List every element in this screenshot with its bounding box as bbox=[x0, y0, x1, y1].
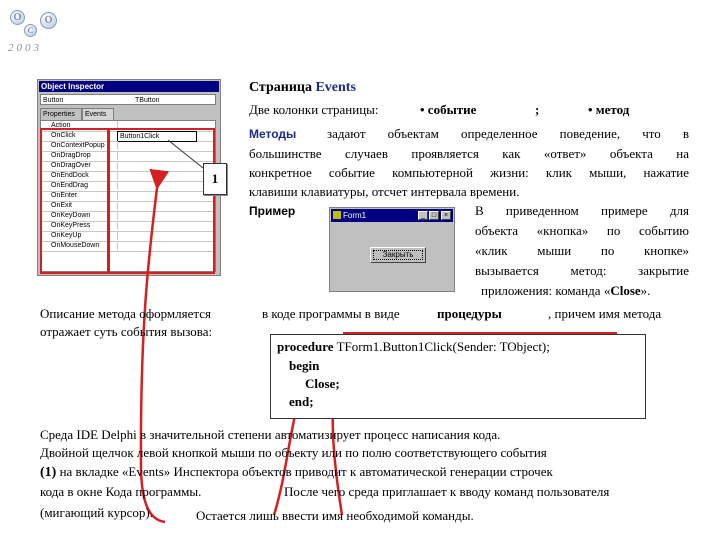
method-description-line: в коде программы в виде bbox=[262, 306, 400, 321]
ide-description-line: (мигающий курсор). bbox=[40, 505, 153, 520]
code-keyword: procedure bbox=[277, 339, 334, 354]
example-line: вызывается метод: закрытие bbox=[475, 263, 689, 278]
paragraph-line: конкретное событие компьютерной жизни: к… bbox=[249, 165, 689, 180]
code-procedure-signature: TForm1.Button1Click(Sender: TObject); bbox=[336, 339, 550, 354]
code-line-procedure: procedure TForm1.Button1Click(Sender: TO… bbox=[277, 338, 550, 356]
callout-badge: 1 bbox=[203, 163, 227, 195]
ide-description-line: (1) на вкладке «Events» Инспектора объек… bbox=[40, 462, 553, 483]
procedure-term: процедуры bbox=[437, 306, 502, 321]
close-command-name: Close bbox=[610, 283, 641, 298]
method-description-line: отражает суть события вызова: bbox=[40, 324, 213, 339]
form-title: Form1 bbox=[343, 211, 367, 220]
column-separator: ; bbox=[535, 102, 540, 117]
code-line-end: end; bbox=[289, 394, 314, 409]
columns-line: Две колонки страницы: bbox=[249, 100, 379, 120]
paragraph-line: клавиши клавиатуры, отсчет интервала вре… bbox=[249, 184, 520, 199]
column-method: • метод bbox=[588, 102, 630, 117]
paragraph-line: большинстве случаев проявляется как «отв… bbox=[249, 146, 689, 161]
example-label: Пример bbox=[249, 204, 296, 218]
callout-reference: (1) bbox=[40, 465, 57, 480]
ide-description-line: После чего среда приглашает к вводу кома… bbox=[284, 484, 610, 499]
heading-events-name: Events bbox=[315, 80, 356, 95]
methods-term: Методы bbox=[249, 127, 297, 141]
example-line: В приведенном примере для bbox=[475, 203, 689, 218]
column-event: • событие bbox=[420, 102, 477, 117]
maximize-button[interactable]: □ bbox=[429, 211, 439, 220]
example-last-suffix: ». bbox=[640, 283, 651, 298]
close-app-button[interactable]: Закрыть bbox=[370, 247, 426, 263]
methods-line: Методы задают объектам определенное пове… bbox=[249, 124, 689, 144]
ide-description-text: на вкладке «Events» Инспектора объектов … bbox=[59, 464, 553, 479]
code-line-begin: begin bbox=[289, 358, 320, 373]
example-form-window: Form1 _ □ × Закрыть bbox=[329, 207, 455, 292]
ide-description-line: Остается лишь ввести имя необходимой ком… bbox=[196, 508, 474, 523]
methods-text: задают объектам определенное поведение, … bbox=[327, 126, 689, 141]
page-heading: Страница Events bbox=[249, 78, 356, 98]
ide-description-line: Двойной щелчок левой кнопкой мыши по объ… bbox=[40, 445, 547, 460]
method-description-line: , причем имя метода bbox=[548, 306, 662, 321]
columns-intro: Две колонки страницы: bbox=[249, 102, 379, 117]
code-editor-box: procedure TForm1.Button1Click(Sender: TO… bbox=[270, 334, 646, 419]
example-last-line: приложения: команда «Close». bbox=[481, 281, 650, 301]
example-line: «клик мыши по кнопке» bbox=[475, 243, 689, 258]
code-line-close: Close; bbox=[305, 376, 340, 391]
example-last-prefix: приложения: команда « bbox=[481, 283, 611, 298]
ide-description-line: кода в окне Кода программы. bbox=[40, 484, 202, 499]
ide-description-line: Среда IDE Delphi в значительной степени … bbox=[40, 427, 501, 442]
badge-pointer-line bbox=[167, 139, 204, 169]
close-window-button[interactable]: × bbox=[441, 211, 451, 220]
heading-prefix: Страница bbox=[249, 80, 312, 95]
example-line: объекта «кнопка» по событию bbox=[475, 223, 689, 238]
form-system-icon bbox=[333, 211, 341, 219]
minimize-button[interactable]: _ bbox=[418, 211, 428, 220]
method-description-line: Описание метода оформляется bbox=[40, 306, 211, 321]
